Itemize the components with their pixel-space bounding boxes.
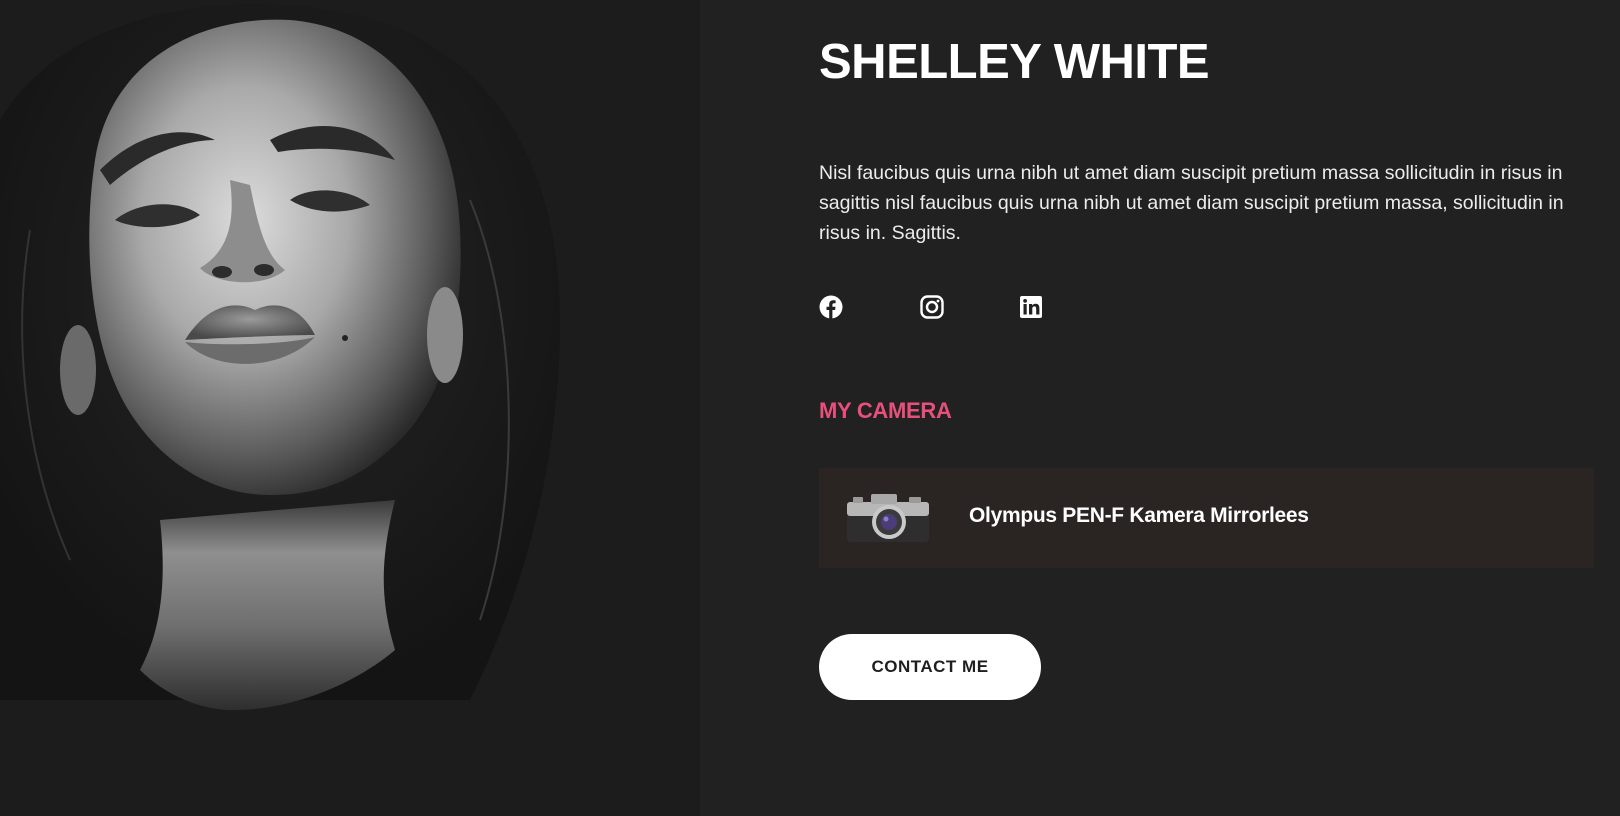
- camera-card: Olympus PEN-F Kamera Mirrorlees: [819, 468, 1594, 568]
- profile-page: SHELLEY WHITE Nisl faucibus quis urna ni…: [0, 0, 1620, 816]
- facebook-link[interactable]: [819, 295, 843, 319]
- camera-model: Olympus PEN-F Kamera Mirrorlees: [969, 504, 1309, 527]
- linkedin-icon: [1020, 296, 1042, 318]
- camera-icon: [845, 492, 931, 544]
- instagram-link[interactable]: [920, 295, 944, 319]
- camera-heading: MY CAMERA: [819, 398, 952, 423]
- facebook-icon: [819, 295, 843, 319]
- contact-me-button[interactable]: CONTACT ME: [819, 634, 1041, 700]
- instagram-icon: [920, 295, 944, 319]
- profile-bio: Nisl faucibus quis urna nibh ut amet dia…: [819, 162, 1564, 244]
- linkedin-link[interactable]: [1019, 295, 1043, 319]
- profile-name: SHELLEY WHITE: [819, 35, 1210, 89]
- profile-content: SHELLEY WHITE Nisl faucibus quis urna ni…: [819, 0, 1595, 816]
- portrait-photo: [0, 0, 700, 816]
